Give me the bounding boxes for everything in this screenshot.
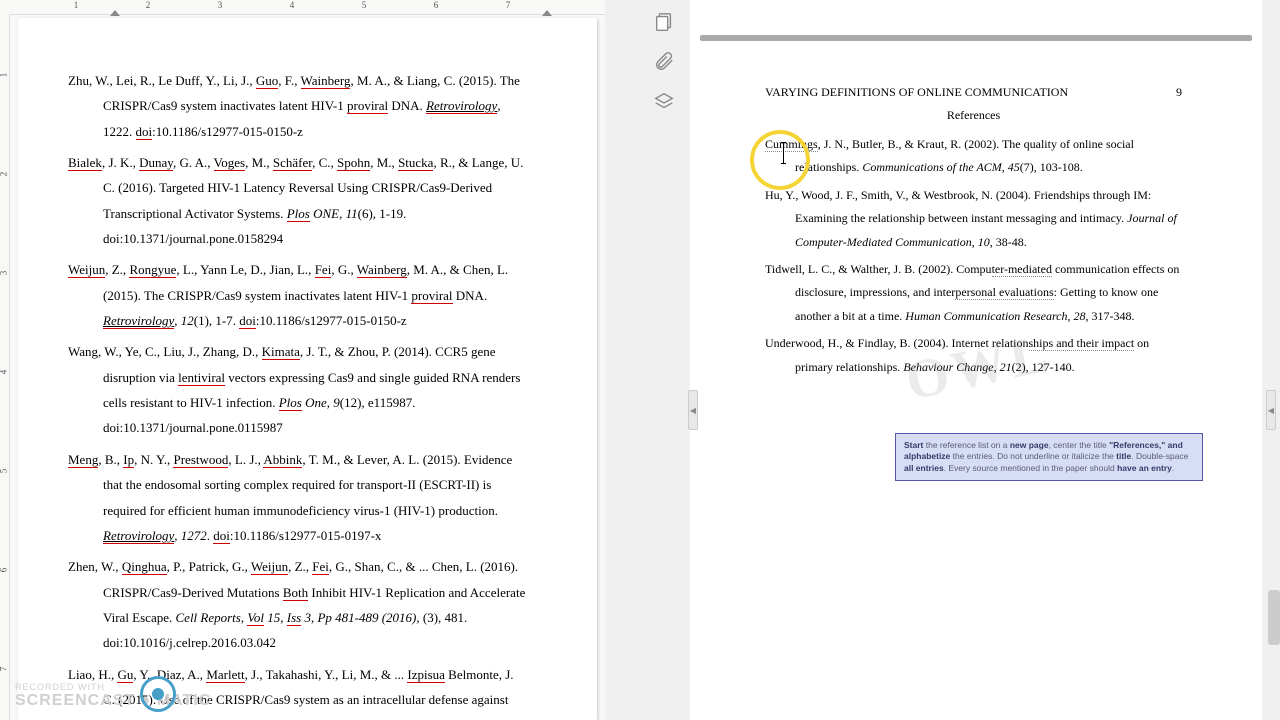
pdf-toolbar: [638, 0, 688, 124]
preview-content[interactable]: VARYING DEFINITIONS OF ONLINE COMMUNICAT…: [765, 85, 1182, 383]
text-cursor-icon: [783, 142, 784, 164]
preview-reference-entry: Underwood, H., & Findlay, B. (2004). Int…: [765, 332, 1182, 379]
instruction-callout-box: Start the reference list on a new page, …: [895, 433, 1203, 481]
preview-reference-entry: Cummings, J. N., Butler, B., & Kraut, R.…: [765, 133, 1182, 180]
preview-reference-entry: Hu, Y., Wood, J. F., Smith, V., & Westbr…: [765, 184, 1182, 254]
reference-preview-panel: VARYING DEFINITIONS OF ONLINE COMMUNICAT…: [690, 0, 1262, 720]
preview-top-bar: [700, 35, 1252, 41]
indent-marker-right[interactable]: [542, 10, 552, 16]
horizontal-ruler: 1234567: [10, 0, 605, 15]
references-title: References: [765, 108, 1182, 123]
reference-entry[interactable]: Weijun, Z., Rongyue, L., Yann Le, D., Ji…: [68, 257, 527, 333]
reference-entry[interactable]: Bialek, J. K., Dunay, G. A., Voges, M., …: [68, 150, 527, 251]
reference-entry[interactable]: Liao, H., Gu, Y., Diaz, A., Marlett, J.,…: [68, 662, 527, 720]
preview-reference-entry: Tidwell, L. C., & Walther, J. B. (2002).…: [765, 258, 1182, 328]
document-page[interactable]: Zhu, W., Lei, R., Le Duff, Y., Li, J., G…: [18, 18, 597, 720]
layers-icon[interactable]: [646, 84, 682, 120]
reference-entry[interactable]: Zhu, W., Lei, R., Le Duff, Y., Li, J., G…: [68, 68, 527, 144]
copy-pages-icon[interactable]: [646, 4, 682, 40]
page-number: 9: [1176, 85, 1182, 100]
reference-entry[interactable]: Zhen, W., Qinghua, P., Patrick, G., Weij…: [68, 554, 527, 655]
indent-marker-left[interactable]: [110, 10, 120, 16]
reference-entry[interactable]: Meng, B., Ip, N. Y., Prestwood, L. J., A…: [68, 447, 527, 548]
document-editor-panel: 1234567 1234567 Zhu, W., Lei, R., Le Duf…: [0, 0, 605, 720]
collapse-handle-left[interactable]: ◀: [688, 390, 698, 430]
vertical-ruler: 1234567: [0, 15, 10, 720]
scrollbar-thumb[interactable]: [1268, 590, 1280, 645]
running-head: VARYING DEFINITIONS OF ONLINE COMMUNICAT…: [765, 85, 1068, 100]
attachment-icon[interactable]: [646, 44, 682, 80]
reference-entry[interactable]: Wang, W., Ye, C., Liu, J., Zhang, D., Ki…: [68, 339, 527, 440]
collapse-handle-right[interactable]: ◀: [1266, 390, 1276, 430]
